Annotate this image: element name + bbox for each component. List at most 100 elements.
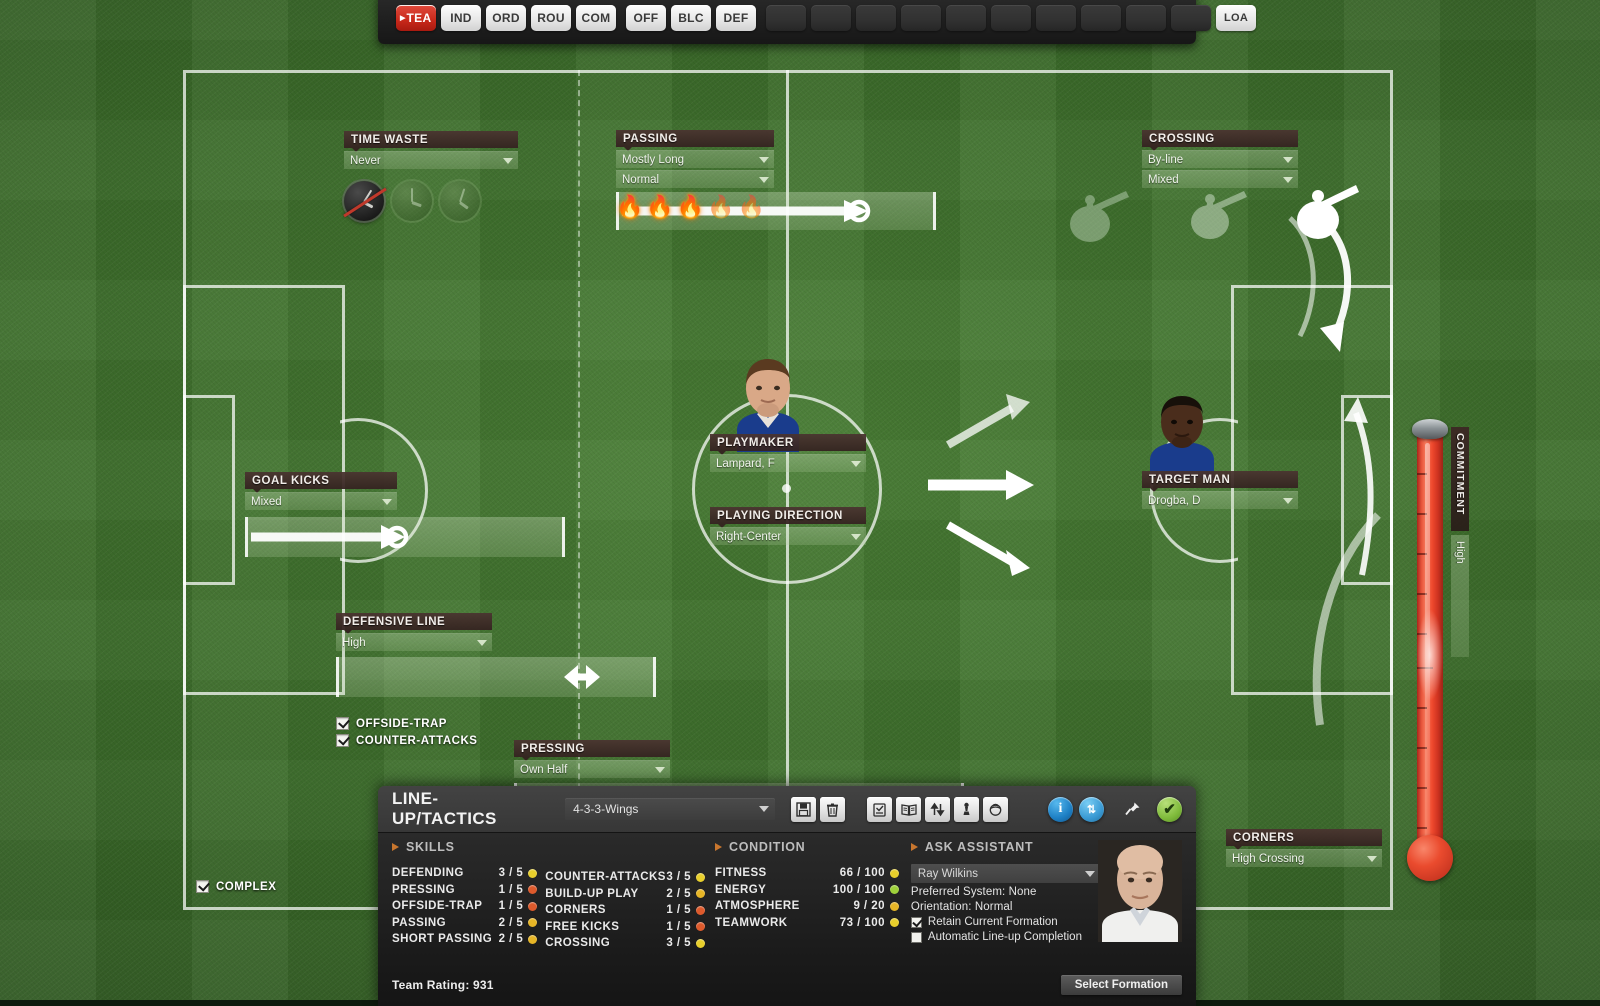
tab-def[interactable]: DEF	[716, 5, 756, 31]
tab-empty-2[interactable]	[811, 5, 851, 31]
defensive-options: OFFSIDE-TRAP COUNTER-ATTACKS	[336, 713, 477, 747]
skills-header[interactable]: SKILLS	[392, 840, 537, 854]
crossing-type-select[interactable]: Mixed	[1142, 170, 1298, 188]
defensive-line-value: High	[342, 636, 366, 649]
counter-attacks-checkbox[interactable]	[336, 734, 349, 747]
auto-lineup-checkbox[interactable]	[910, 931, 922, 943]
clock-icon-often[interactable]	[440, 181, 480, 221]
commitment-value[interactable]: High	[1451, 535, 1469, 657]
condition-header[interactable]: CONDITION	[714, 840, 899, 854]
clock-icon-sometimes[interactable]	[392, 181, 432, 221]
retain-formation-checkbox[interactable]	[910, 916, 922, 928]
skill-value: 2 / 5	[666, 887, 691, 900]
passing-tempo-select[interactable]: Normal	[616, 170, 774, 188]
tab-empty-3[interactable]	[856, 5, 896, 31]
commitment-thermometer[interactable]: COMMITMENT High	[1405, 415, 1475, 905]
playing-direction-select[interactable]: Right-Center	[710, 527, 866, 545]
tab-empty-10[interactable]	[1171, 5, 1211, 31]
chevron-down-icon	[759, 806, 769, 812]
sort-icon[interactable]	[925, 796, 950, 822]
select-formation-button[interactable]: Select Formation	[1060, 975, 1182, 995]
tab-off[interactable]: OFF	[626, 5, 666, 31]
tab-def-label: DEF	[723, 11, 749, 25]
time-waste-select[interactable]: Never	[344, 151, 518, 169]
tab-blc[interactable]: BLC	[671, 5, 711, 31]
team-rating: Team Rating: 931	[392, 978, 494, 992]
tab-empty-6[interactable]	[991, 5, 1031, 31]
disabled-slash-icon	[343, 187, 387, 218]
defensive-line-title: DEFENSIVE LINE	[336, 613, 492, 634]
assistant-select[interactable]: Ray Wilkins	[910, 864, 1101, 883]
target-man-select[interactable]: Drogba, D	[1142, 491, 1298, 509]
delete-icon[interactable]	[820, 796, 845, 822]
tab-empty-8[interactable]	[1081, 5, 1121, 31]
tab-ord[interactable]: ORD	[486, 5, 526, 31]
tools-toolbar-group	[867, 796, 1008, 822]
defensive-line-bar[interactable]	[336, 657, 656, 697]
pressing-select[interactable]: Own Half	[514, 760, 670, 778]
corners-widget: CORNERS High Crossing	[1226, 829, 1382, 867]
clock-icon-never[interactable]	[343, 181, 387, 221]
player-icon[interactable]	[954, 796, 979, 822]
goal-kicks-value: Mixed	[251, 495, 282, 508]
tab-empty-9[interactable]	[1126, 5, 1166, 31]
expand-triangle-icon	[392, 843, 399, 851]
coach-icon[interactable]	[983, 796, 1008, 822]
complex-row[interactable]: COMPLEX	[196, 880, 276, 893]
defensive-line-select[interactable]: High	[336, 633, 492, 651]
tab-empty-5[interactable]	[946, 5, 986, 31]
page-title: LINE-UP/TACTICS	[392, 789, 497, 828]
tab-com[interactable]: COM	[576, 5, 616, 31]
swap-icon[interactable]: ⇅	[1079, 796, 1104, 822]
skill-name: CORNERS	[545, 904, 606, 917]
skill-name: SHORT PASSING	[392, 933, 493, 946]
skills-left-list: DEFENDING 3 / 5 PRESSING 1 / 5 OFFSIDE-T…	[392, 865, 538, 948]
expand-triangle-icon	[714, 843, 722, 851]
complex-toggle[interactable]: COMPLEX	[196, 880, 276, 893]
offside-trap-checkbox[interactable]	[336, 717, 349, 730]
tab-empty-7[interactable]	[1036, 5, 1076, 31]
report-icon[interactable]	[867, 796, 892, 822]
confirm-icon[interactable]: ✔	[1157, 796, 1182, 822]
tab-ord-label: ORD	[492, 11, 520, 25]
passing-tempo-meter[interactable]: 🔥 🔥 🔥 🔥 🔥	[616, 196, 774, 218]
tab-empty-4[interactable]	[901, 5, 941, 31]
info-icon[interactable]: i	[1048, 796, 1073, 822]
skills-right-section: COUNTER-ATTACKS 3 / 5 BUILD-UP PLAY 2 / …	[545, 840, 705, 964]
tab-ind[interactable]: IND	[441, 5, 481, 31]
counter-attacks-row[interactable]: COUNTER-ATTACKS	[336, 734, 477, 747]
playmaker-select[interactable]: Lampard, F	[710, 454, 866, 472]
panel-header: LINE-UP/TACTICS 4-3-3-Wings i ⇅ ✔	[378, 786, 1196, 832]
pin-icon[interactable]	[1120, 797, 1145, 822]
time-waste-widget: TIME WASTE Never	[343, 131, 518, 221]
corners-select[interactable]: High Crossing	[1226, 849, 1382, 867]
tab-empty-1[interactable]	[766, 5, 806, 31]
passing-style-select[interactable]: Mostly Long	[616, 150, 774, 168]
table-row: ENERGY 100 / 100	[715, 882, 899, 899]
book-icon[interactable]	[896, 796, 921, 822]
chevron-down-icon	[382, 498, 392, 505]
skill-name: FREE KICKS	[545, 920, 620, 933]
goal-kicks-length-bar[interactable]	[245, 517, 565, 557]
select-formation-label: Select Formation	[1074, 979, 1168, 991]
tab-tea[interactable]: TEA	[396, 5, 436, 31]
goal-kicks-select[interactable]: Mixed	[245, 492, 397, 510]
offside-trap-row[interactable]: OFFSIDE-TRAP	[336, 717, 477, 730]
status-badge	[695, 938, 705, 948]
flame-icon-2: 🔥	[646, 194, 674, 219]
status-badge	[528, 934, 538, 944]
crossing-area-select[interactable]: By-line	[1142, 150, 1298, 168]
playing-direction-title: PLAYING DIRECTION	[710, 507, 866, 528]
counter-attacks-label: COUNTER-ATTACKS	[356, 734, 478, 747]
target-man-value: Drogba, D	[1148, 494, 1201, 507]
formation-select[interactable]: 4-3-3-Wings	[565, 798, 775, 820]
complex-checkbox[interactable]	[196, 880, 209, 893]
save-icon[interactable]	[791, 796, 816, 822]
status-badge	[528, 885, 538, 895]
offside-trap-label: OFFSIDE-TRAP	[356, 717, 447, 730]
tab-rou[interactable]: ROU	[531, 5, 571, 31]
top-tab-bar: TEA IND ORD ROU COM OFF BLC DEF LOA	[378, 0, 1257, 44]
load-button-wrap: LOA	[1216, 5, 1257, 31]
thermometer-cap	[1412, 419, 1448, 439]
load-button[interactable]: LOA	[1216, 5, 1257, 31]
